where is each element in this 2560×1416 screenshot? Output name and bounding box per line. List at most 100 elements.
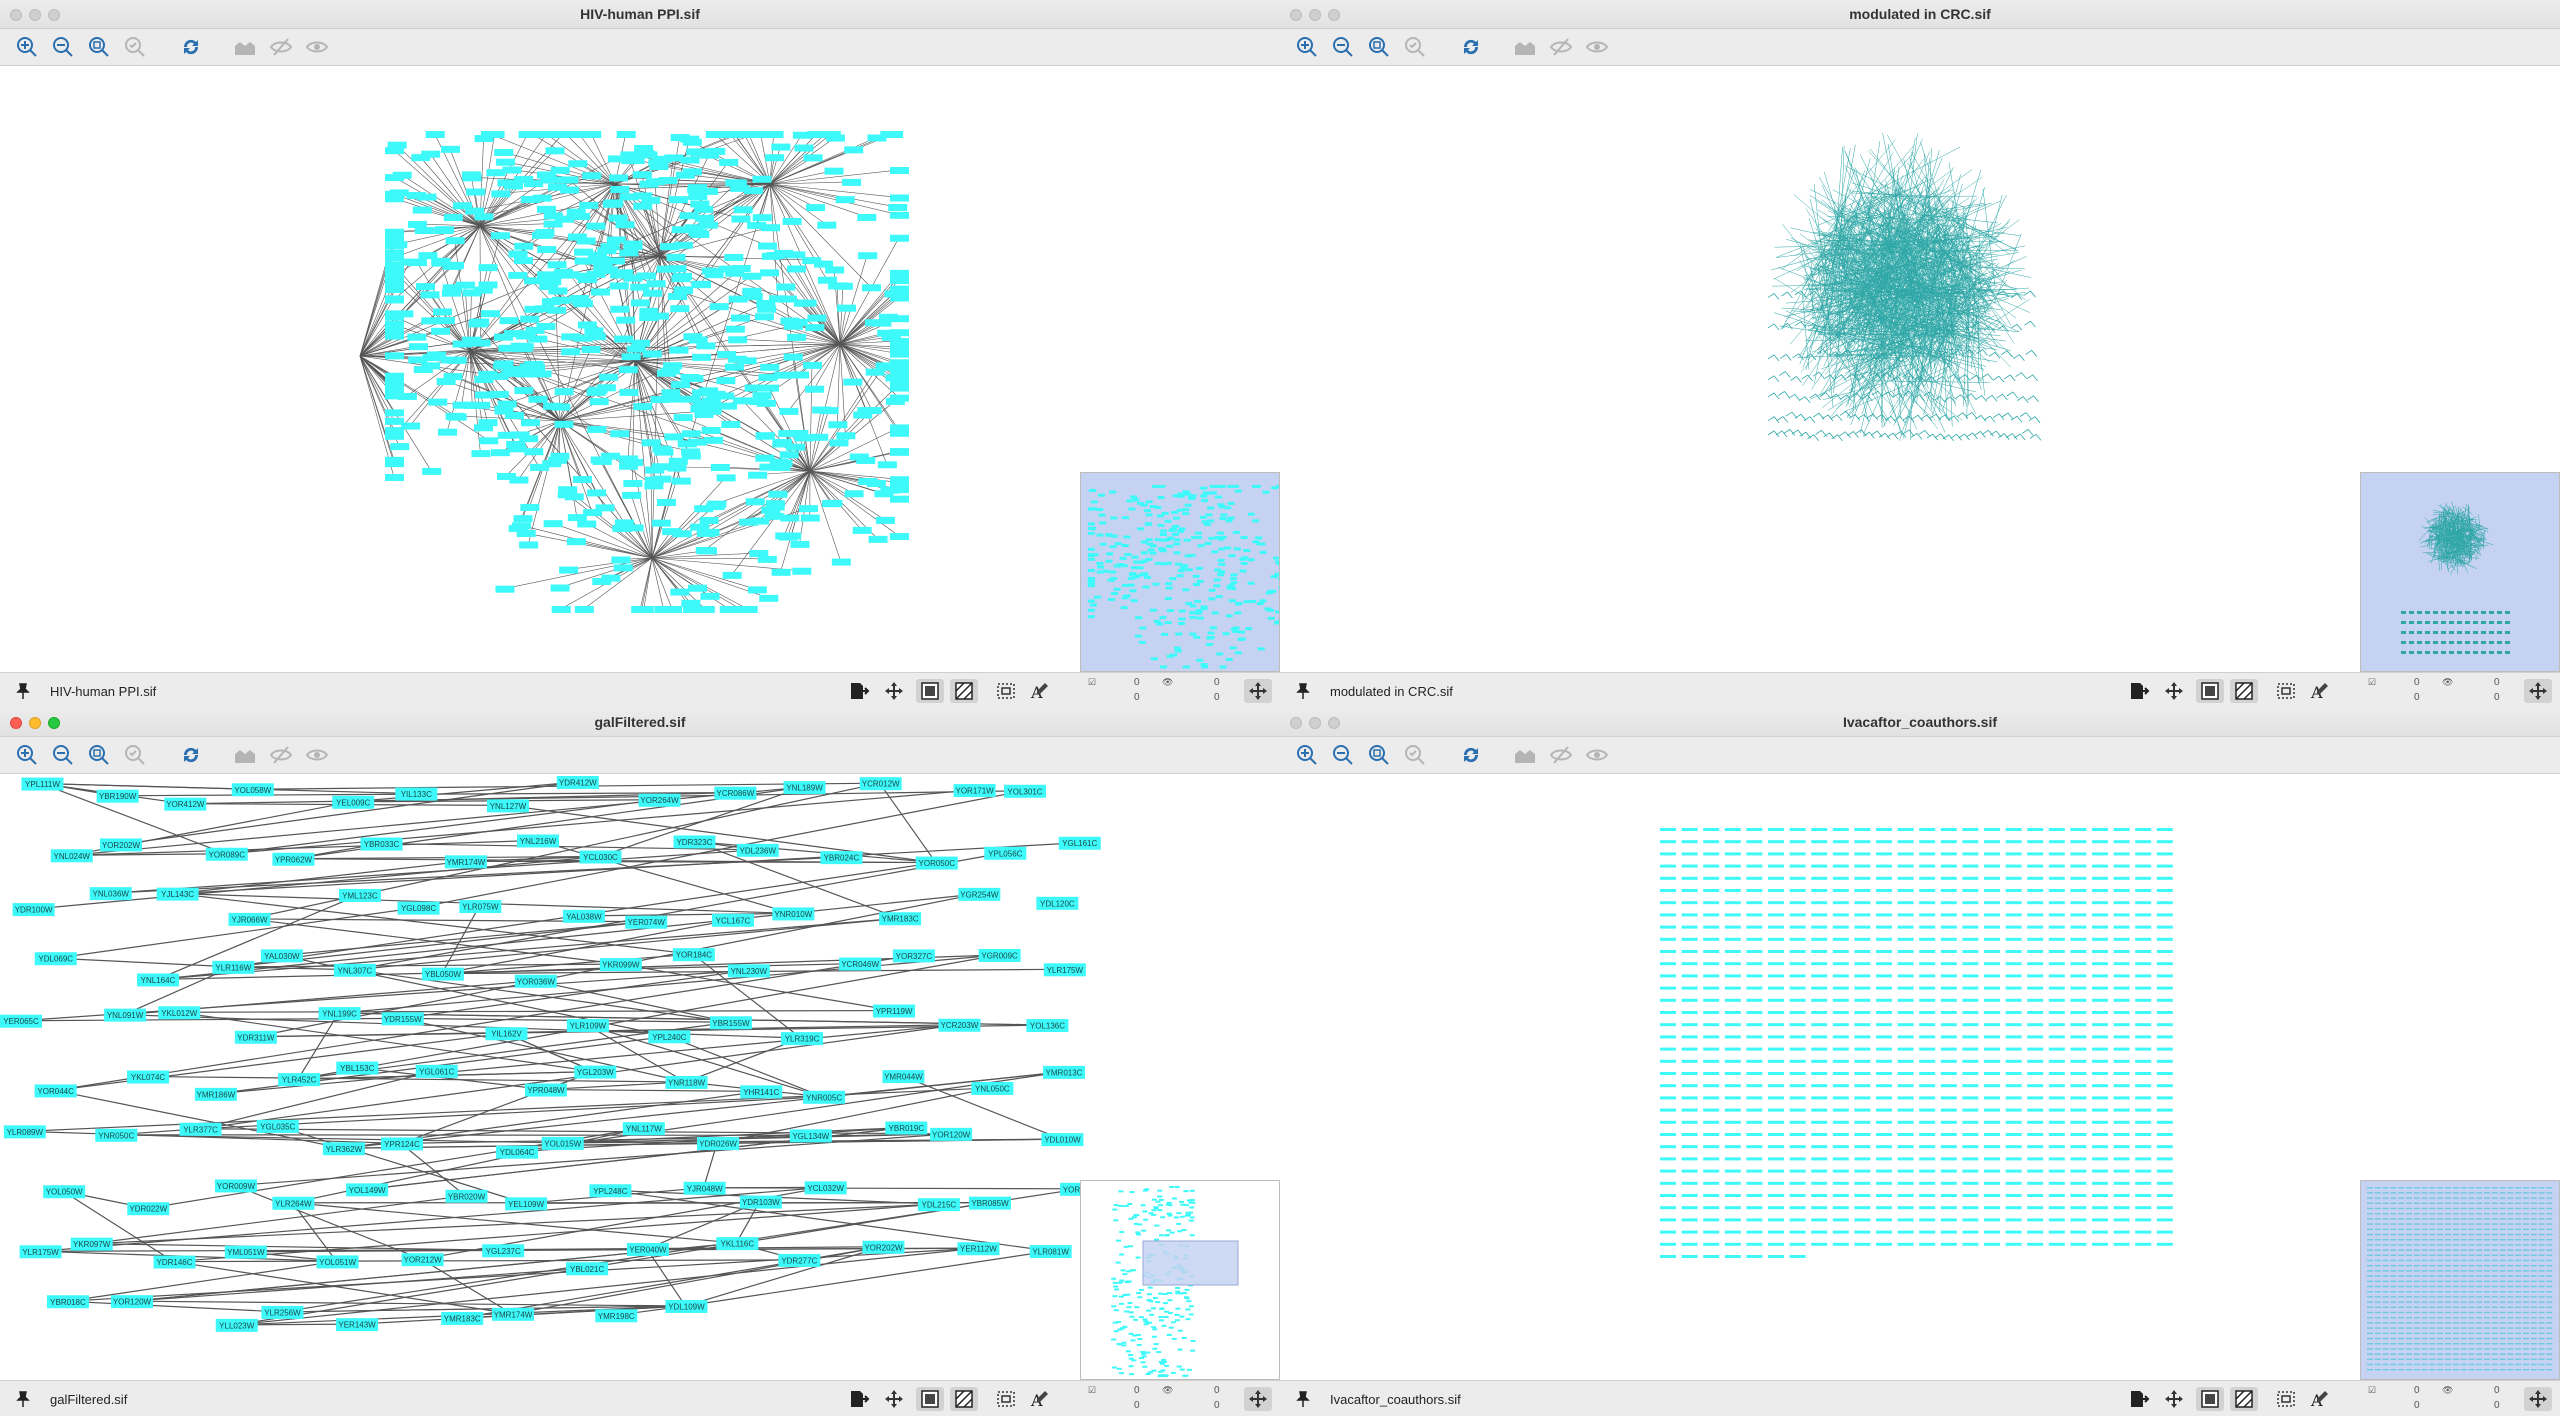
show-selected-icon[interactable] <box>304 743 330 767</box>
title-bar[interactable]: Ivacaftor_coauthors.sif <box>1280 708 2560 737</box>
network-node[interactable]: YBL021C <box>566 1262 609 1276</box>
network-node[interactable]: YDL215C <box>917 1198 960 1212</box>
zoom-selected-icon[interactable] <box>1402 743 1428 767</box>
graphics-hide-icon[interactable] <box>2230 679 2258 703</box>
network-node[interactable]: YKR097W <box>70 1237 113 1251</box>
marquee-icon[interactable] <box>2272 1387 2300 1411</box>
network-node[interactable]: YER074W <box>625 915 668 929</box>
network-node[interactable]: YJR048W <box>683 1181 726 1195</box>
network-node[interactable]: YBR190W <box>96 789 139 803</box>
network-node[interactable]: YLR452C <box>278 1073 321 1087</box>
export-icon[interactable] <box>2125 679 2153 703</box>
show-all-icon[interactable] <box>1512 35 1538 59</box>
network-node[interactable]: YJR066W <box>228 912 271 926</box>
network-node[interactable]: YBR018C <box>46 1295 89 1309</box>
network-node[interactable]: YNL189W <box>783 781 826 795</box>
zoom-in-icon[interactable] <box>14 35 40 59</box>
network-node[interactable]: YDL109W <box>665 1299 708 1313</box>
network-node[interactable]: YPR124C <box>380 1137 423 1151</box>
network-node[interactable]: YMR174W <box>444 855 487 869</box>
network-canvas[interactable]: YPL111W YBR190W YOR412W YOL058W YEL009C YIL13… <box>0 774 1280 1380</box>
network-node[interactable]: YNL127W <box>486 799 529 813</box>
network-node[interactable]: YBL153C <box>336 1061 379 1075</box>
network-node[interactable]: YOR264W <box>638 793 681 807</box>
network-node[interactable]: YLR075W <box>459 900 502 914</box>
hide-selected-icon[interactable] <box>268 35 294 59</box>
annotation-icon[interactable]: A <box>2306 1387 2334 1411</box>
network-node[interactable]: YOR412W <box>164 797 207 811</box>
network-node[interactable]: YMR183C <box>441 1311 484 1325</box>
network-window-galfiltered[interactable]: galFiltered.sif YPL111W YBR190W YOR412W YOL… <box>0 708 1280 1416</box>
network-node[interactable]: YOR120W <box>930 1127 973 1141</box>
network-node[interactable]: YNL024W <box>50 849 93 863</box>
pin-icon[interactable] <box>1294 1390 1312 1408</box>
network-node[interactable]: YOR171W <box>953 784 996 798</box>
network-node[interactable]: YML123C <box>338 888 381 902</box>
title-bar[interactable]: galFiltered.sif <box>0 708 1280 737</box>
network-node[interactable]: YCL167C <box>711 913 754 927</box>
network-node[interactable]: YOL015W <box>541 1136 584 1150</box>
network-window-crc[interactable]: modulated in CRC.sif modulated in CRC.si… <box>1280 0 2560 708</box>
network-node[interactable]: YPL240C <box>648 1030 691 1044</box>
network-node[interactable]: YLR116W <box>212 960 255 974</box>
network-node[interactable]: YKL074C <box>127 1070 170 1084</box>
zoom-out-icon[interactable] <box>1330 743 1356 767</box>
show-selected-icon[interactable] <box>1584 35 1610 59</box>
center-icon[interactable] <box>2160 1387 2188 1411</box>
hide-selected-icon[interactable] <box>1548 743 1574 767</box>
birds-eye-view[interactable] <box>2360 472 2560 672</box>
hide-selected-icon[interactable] <box>268 743 294 767</box>
refresh-icon[interactable] <box>178 35 204 59</box>
network-window-ivacaftor[interactable]: Ivacaftor_coauthors.sif Ivacaftor_coauth… <box>1280 708 2560 1416</box>
zoom-in-icon[interactable] <box>1294 35 1320 59</box>
network-node[interactable]: YER065C <box>0 1014 42 1028</box>
network-node[interactable]: YDR103W <box>739 1195 782 1209</box>
center-icon[interactable] <box>2160 679 2188 703</box>
network-node[interactable]: YGL203W <box>574 1065 617 1079</box>
network-node[interactable]: YOR089C <box>205 847 248 861</box>
network-node[interactable]: YOL149W <box>346 1183 389 1197</box>
network-node[interactable]: YDL120C <box>1036 896 1079 910</box>
graphics-detail-icon[interactable] <box>2196 1387 2224 1411</box>
network-node[interactable]: YCL032W <box>804 1181 847 1195</box>
zoom-out-icon[interactable] <box>1330 35 1356 59</box>
network-node[interactable]: YDR100W <box>12 903 55 917</box>
zoom-selected-icon[interactable] <box>122 35 148 59</box>
network-node[interactable]: YOR202W <box>99 838 142 852</box>
pin-icon[interactable] <box>14 1390 32 1408</box>
show-all-icon[interactable] <box>1512 743 1538 767</box>
network-node[interactable]: YCR203W <box>938 1018 981 1032</box>
network-node[interactable]: YPR048W <box>524 1083 567 1097</box>
birds-eye-view[interactable] <box>1080 1180 1280 1380</box>
zoom-selected-icon[interactable] <box>122 743 148 767</box>
network-node[interactable]: YNL091W <box>104 1008 147 1022</box>
network-node[interactable]: YGL237C <box>482 1244 525 1258</box>
network-canvas[interactable] <box>1280 774 2560 1380</box>
graphics-detail-icon[interactable] <box>916 679 944 703</box>
show-all-icon[interactable] <box>232 743 258 767</box>
network-node[interactable]: YNR010W <box>772 907 815 921</box>
network-node[interactable]: YER143W <box>336 1318 379 1332</box>
network-node[interactable]: YDR155W <box>381 1012 424 1026</box>
marquee-icon[interactable] <box>992 679 1020 703</box>
network-node[interactable]: YLR109W <box>566 1019 609 1033</box>
network-node[interactable]: YDR311W <box>234 1030 277 1044</box>
network-node[interactable]: YBR024C <box>820 851 863 865</box>
network-node[interactable]: YOR036W <box>514 974 557 988</box>
network-node[interactable]: YEL109W <box>505 1197 548 1211</box>
network-node[interactable]: YHR141C <box>740 1085 783 1099</box>
network-node[interactable]: YCL030C <box>579 850 622 864</box>
network-node[interactable]: YKL012W <box>158 1006 201 1020</box>
network-node[interactable]: YPR119W <box>873 1004 916 1018</box>
network-node[interactable]: YOR327C <box>892 949 935 963</box>
network-node[interactable]: YDR277C <box>778 1253 821 1267</box>
marquee-icon[interactable] <box>2272 679 2300 703</box>
network-node[interactable]: YDR022W <box>127 1202 170 1216</box>
network-node[interactable]: YBL050W <box>421 967 464 981</box>
annotation-icon[interactable]: A <box>1026 679 1054 703</box>
network-node[interactable]: YBR085W <box>969 1196 1012 1210</box>
network-node[interactable]: YEL009C <box>332 795 375 809</box>
graphics-detail-icon[interactable] <box>916 1387 944 1411</box>
network-node[interactable]: YNR050C <box>95 1128 138 1142</box>
export-icon[interactable] <box>845 1387 873 1411</box>
